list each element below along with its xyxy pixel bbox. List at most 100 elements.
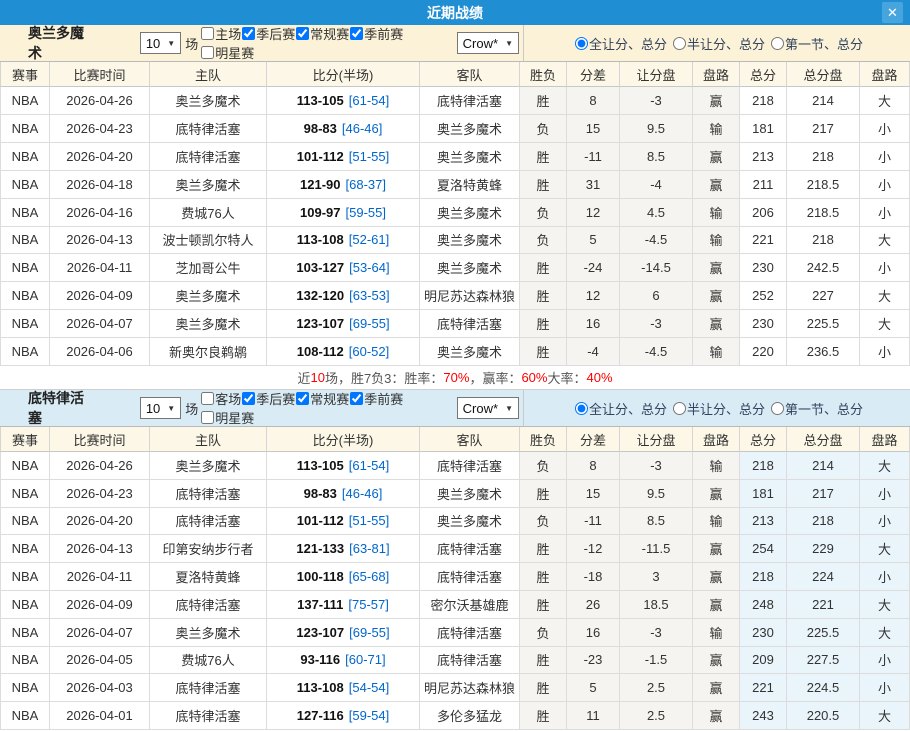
date-cell: 2026-04-18 bbox=[50, 171, 150, 199]
filter-checkbox-季前赛: 季前赛 bbox=[349, 24, 403, 43]
over-under-cell: 大 bbox=[860, 702, 910, 730]
date-cell: 2026-04-23 bbox=[50, 480, 150, 508]
total-line-cell: 217 bbox=[787, 115, 860, 143]
section2-checkbox-group: 客场季后赛常规赛季前赛明星赛 bbox=[200, 389, 456, 427]
win-loss-cell: 负 bbox=[520, 115, 567, 143]
column-header: 盘路 bbox=[860, 62, 910, 87]
home-team-name: 底特律活塞 bbox=[150, 115, 267, 143]
section2-odds-company-select[interactable]: Crow* ▼ bbox=[457, 397, 519, 419]
away-team-name: 明尼苏达森林狼 bbox=[420, 282, 520, 310]
total-points-cell: 248 bbox=[740, 591, 787, 619]
league-cell: NBA bbox=[0, 310, 50, 338]
handicap-line-cell: -3 bbox=[620, 452, 693, 480]
home-team-name: 印第安纳步行者 bbox=[150, 535, 267, 563]
handicap-result-cell: 赢 bbox=[693, 87, 740, 115]
away-team-name: 奥兰多魔术 bbox=[420, 508, 520, 536]
total-points-cell: 218 bbox=[740, 87, 787, 115]
score-cell: 98-83[46-46] bbox=[267, 115, 420, 143]
half-score: [69-55] bbox=[349, 316, 389, 331]
total-points-cell: 181 bbox=[740, 115, 787, 143]
handicap-line-cell: 9.5 bbox=[620, 480, 693, 508]
checkbox-常规赛[interactable] bbox=[296, 392, 309, 405]
home-team-name: 奥兰多魔术 bbox=[150, 171, 267, 199]
handicap-result-cell: 赢 bbox=[693, 143, 740, 171]
checkbox-季后赛[interactable] bbox=[242, 27, 255, 40]
point-diff-cell: 15 bbox=[567, 115, 620, 143]
full-score: 93-116 bbox=[300, 652, 340, 667]
point-diff-cell: 12 bbox=[567, 282, 620, 310]
section1-odds-company-select[interactable]: Crow* ▼ bbox=[457, 32, 519, 54]
section2-table-body: NBA2026-04-26奥兰多魔术113-105[61-54]底特律活塞负8-… bbox=[0, 452, 910, 730]
game-row: NBA2026-04-09底特律活塞137-111[75-57]密尔沃基雄鹿胜2… bbox=[0, 591, 910, 619]
over-under-cell: 小 bbox=[860, 115, 910, 143]
handicap-line-cell: 2.5 bbox=[620, 702, 693, 730]
radio-半让分、总分[interactable] bbox=[673, 402, 686, 415]
radio-第一节、总分[interactable] bbox=[771, 37, 784, 50]
half-score: [69-55] bbox=[349, 625, 389, 640]
point-diff-cell: 31 bbox=[567, 171, 620, 199]
over-under-cell: 小 bbox=[860, 171, 910, 199]
league-cell: NBA bbox=[0, 647, 50, 675]
total-line-cell: 218.5 bbox=[787, 199, 860, 227]
score-cell: 108-112[60-52] bbox=[267, 338, 420, 366]
date-cell: 2026-04-16 bbox=[50, 199, 150, 227]
total-points-cell: 181 bbox=[740, 480, 787, 508]
point-diff-cell: 5 bbox=[567, 227, 620, 255]
checkbox-季前赛[interactable] bbox=[350, 27, 363, 40]
date-cell: 2026-04-26 bbox=[50, 452, 150, 480]
total-points-cell: 221 bbox=[740, 227, 787, 255]
over-under-cell: 小 bbox=[860, 647, 910, 675]
filter-checkbox-常规赛: 常规赛 bbox=[295, 24, 349, 43]
checkbox-明星赛[interactable] bbox=[201, 411, 214, 424]
checkbox-明星赛[interactable] bbox=[201, 46, 214, 59]
league-cell: NBA bbox=[0, 508, 50, 536]
away-team-name: 密尔沃基雄鹿 bbox=[420, 591, 520, 619]
filter-checkbox-客场: 客场 bbox=[200, 389, 241, 408]
checkbox-主场[interactable] bbox=[201, 27, 214, 40]
column-header: 比分(半场) bbox=[267, 62, 420, 87]
half-score: [52-61] bbox=[349, 232, 389, 247]
away-team-name: 奥兰多魔术 bbox=[420, 143, 520, 171]
section2-games-count-select[interactable]: 10 ▼ bbox=[140, 397, 181, 419]
radio-全让分、总分[interactable] bbox=[575, 37, 588, 50]
date-cell: 2026-04-07 bbox=[50, 310, 150, 338]
radio-全让分、总分[interactable] bbox=[575, 402, 588, 415]
section1-games-count-select[interactable]: 10 ▼ bbox=[140, 32, 181, 54]
score-cell: 113-105[61-54] bbox=[267, 452, 420, 480]
point-diff-cell: -11 bbox=[567, 508, 620, 536]
league-cell: NBA bbox=[0, 563, 50, 591]
checkbox-常规赛[interactable] bbox=[296, 27, 309, 40]
handicap-line-cell: 6 bbox=[620, 282, 693, 310]
total-points-cell: 252 bbox=[740, 282, 787, 310]
score-cell: 103-127[53-64] bbox=[267, 254, 420, 282]
total-line-cell: 220.5 bbox=[787, 702, 860, 730]
away-team-name: 底特律活塞 bbox=[420, 647, 520, 675]
score-cell: 109-97[59-55] bbox=[267, 199, 420, 227]
game-row: NBA2026-04-05费城76人93-116[60-71]底特律活塞胜-23… bbox=[0, 647, 910, 675]
radio-半让分、总分[interactable] bbox=[673, 37, 686, 50]
league-cell: NBA bbox=[0, 115, 50, 143]
score-cell: 113-108[52-61] bbox=[267, 227, 420, 255]
over-under-cell: 小 bbox=[860, 254, 910, 282]
column-header: 赛事 bbox=[0, 427, 50, 452]
checkbox-季后赛[interactable] bbox=[242, 392, 255, 405]
point-diff-cell: -18 bbox=[567, 563, 620, 591]
checkbox-季前赛[interactable] bbox=[350, 392, 363, 405]
column-header: 总分 bbox=[740, 427, 787, 452]
checkbox-客场[interactable] bbox=[201, 392, 214, 405]
close-button[interactable]: ✕ bbox=[882, 2, 903, 23]
score-cell: 113-105[61-54] bbox=[267, 87, 420, 115]
radio-第一节、总分[interactable] bbox=[771, 402, 784, 415]
title-bar: 近期战绩 ✕ bbox=[0, 0, 910, 25]
score-cell: 123-107[69-55] bbox=[267, 619, 420, 647]
radio-label: 全让分、总分 bbox=[589, 399, 667, 418]
score-cell: 123-107[69-55] bbox=[267, 310, 420, 338]
column-header: 盘路 bbox=[693, 62, 740, 87]
column-header: 让分盘 bbox=[620, 62, 693, 87]
filter-checkbox-常规赛: 常规赛 bbox=[295, 389, 349, 408]
section2-radio-group: 全让分、总分半让分、总分第一节、总分 bbox=[523, 390, 910, 426]
column-header: 胜负 bbox=[520, 427, 567, 452]
score-cell: 113-108[54-54] bbox=[267, 674, 420, 702]
score-cell: 98-83[46-46] bbox=[267, 480, 420, 508]
handicap-result-cell: 赢 bbox=[693, 563, 740, 591]
